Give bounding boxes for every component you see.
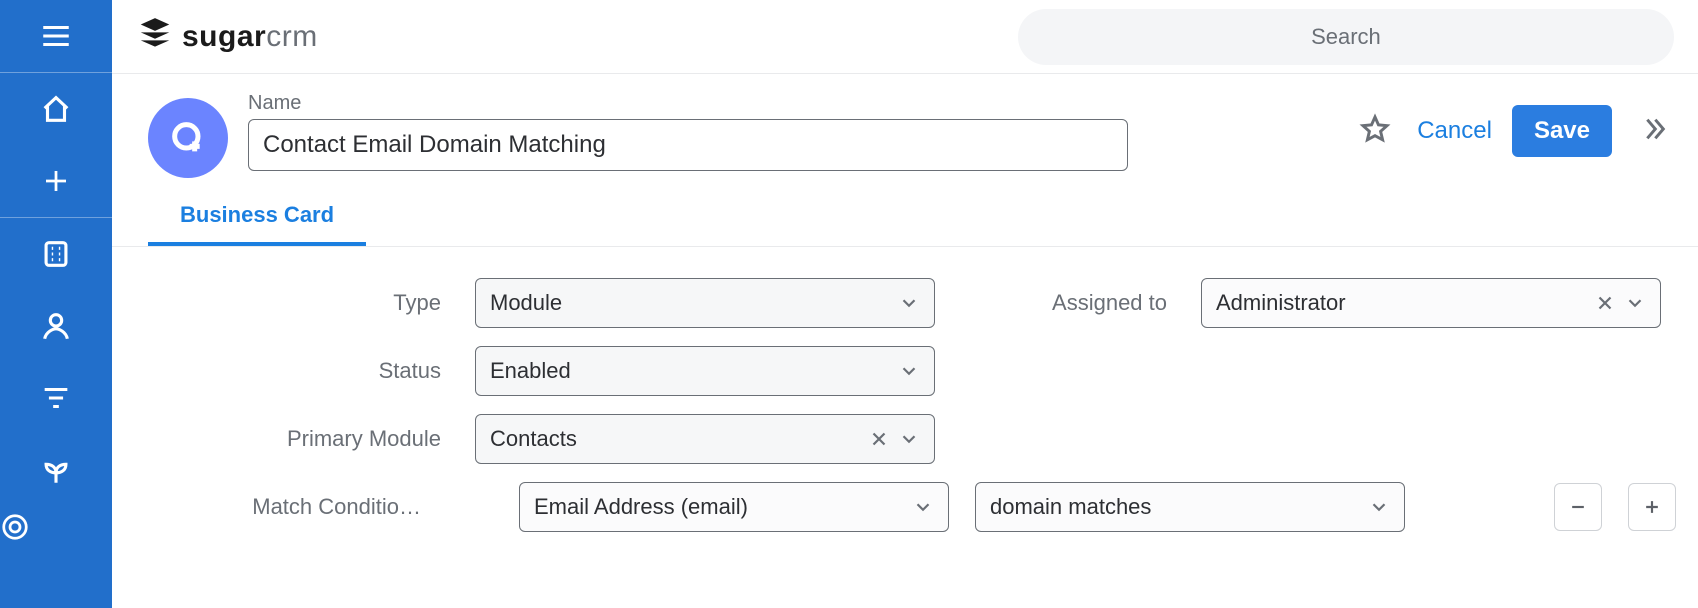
more-actions-button[interactable] [1632, 107, 1676, 156]
favorite-button[interactable] [1353, 107, 1397, 156]
chevron-down-icon [1624, 292, 1646, 314]
record-header: Name Cancel Save [112, 74, 1698, 178]
chevron-down-icon [898, 428, 920, 450]
remove-condition-button[interactable] [1554, 483, 1602, 531]
nav-accounts-button[interactable] [0, 218, 112, 290]
main-area: sugarcrm Name Cancel Save Business Card [112, 0, 1698, 608]
cancel-button[interactable]: Cancel [1417, 117, 1492, 145]
chevron-down-icon [1368, 496, 1390, 518]
global-search[interactable] [1018, 9, 1674, 65]
match-operator-select[interactable]: domain matches [975, 482, 1405, 532]
type-value: Module [490, 290, 898, 316]
brand[interactable]: sugarcrm [136, 15, 318, 58]
person-icon [39, 309, 73, 343]
nav-menu-button[interactable] [0, 0, 112, 72]
name-field-label: Name [248, 92, 1128, 115]
tab-strip: Business Card [112, 178, 1698, 247]
assigned-to-select[interactable]: Administrator [1201, 278, 1661, 328]
status-value: Enabled [490, 358, 898, 384]
brand-text: sugarcrm [182, 20, 318, 54]
match-operator-value: domain matches [990, 494, 1368, 520]
chevron-down-icon [898, 360, 920, 382]
sprout-icon [39, 453, 73, 487]
home-icon [39, 92, 73, 126]
chevron-double-right-icon [1638, 113, 1670, 145]
building-icon [39, 237, 73, 271]
assigned-to-value: Administrator [1216, 290, 1594, 316]
nav-rail [0, 0, 112, 608]
tab-business-card[interactable]: Business Card [148, 202, 366, 246]
chevron-down-icon [898, 292, 920, 314]
form-body: Type Module Assigned to Administrator St… [112, 247, 1698, 541]
star-icon [1359, 113, 1391, 145]
clear-icon[interactable] [1594, 292, 1616, 314]
filter-icon [39, 381, 73, 415]
primary-module-select[interactable]: Contacts [475, 414, 935, 464]
status-label: Status [112, 358, 467, 384]
match-field-value: Email Address (email) [534, 494, 912, 520]
nav-add-button[interactable] [0, 145, 112, 217]
status-select[interactable]: Enabled [475, 346, 935, 396]
plus-icon [1642, 497, 1662, 517]
brand-logo-icon [136, 15, 174, 58]
search-input[interactable] [1018, 24, 1674, 50]
nav-growth-button[interactable] [0, 434, 112, 506]
match-conditions-label: Match Conditio… [112, 494, 447, 520]
type-select[interactable]: Module [475, 278, 935, 328]
nav-filter-button[interactable] [0, 362, 112, 434]
record-type-icon [148, 98, 228, 178]
minus-icon [1568, 497, 1588, 517]
assigned-to-label: Assigned to [943, 290, 1193, 316]
name-field-input[interactable] [248, 119, 1128, 171]
target-icon [0, 512, 30, 542]
primary-module-label: Primary Module [112, 426, 467, 452]
nav-target-button[interactable] [0, 506, 112, 546]
primary-module-value: Contacts [490, 426, 868, 452]
add-condition-button[interactable] [1628, 483, 1676, 531]
nav-home-button[interactable] [0, 73, 112, 145]
match-field-select[interactable]: Email Address (email) [519, 482, 949, 532]
hamburger-icon [39, 19, 73, 53]
plus-icon [41, 166, 71, 196]
nav-contacts-button[interactable] [0, 290, 112, 362]
save-button[interactable]: Save [1512, 105, 1612, 157]
topbar: sugarcrm [112, 0, 1698, 74]
type-label: Type [112, 290, 467, 316]
clear-icon[interactable] [868, 428, 890, 450]
chevron-down-icon [912, 496, 934, 518]
